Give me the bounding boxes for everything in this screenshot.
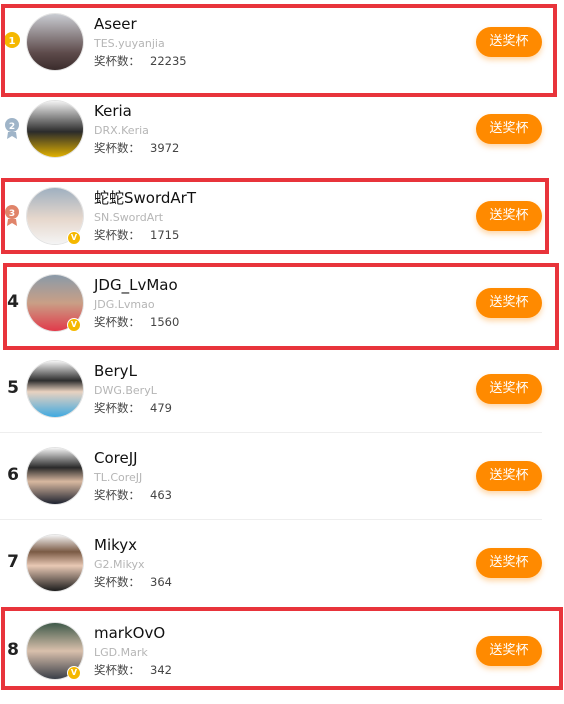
cup-label: 奖杯数： [94,54,140,68]
rank-number: 7 [7,552,19,572]
cup-count: 奖杯数： 479 [94,401,172,415]
player-photo [27,448,83,504]
cup-count: 奖杯数： 342 [94,663,172,677]
avatar[interactable]: V [27,623,83,680]
cup-label: 奖杯数： [94,315,140,329]
silver-medal-icon: 2 [5,118,19,139]
rank-number: 6 [7,465,19,485]
player-photo [27,535,83,591]
player-name[interactable]: Aseer [94,15,137,33]
send-cup-button[interactable]: 送奖杯 [476,374,542,404]
cup-count: 奖杯数： 1715 [94,228,179,242]
send-cup-button[interactable]: 送奖杯 [476,636,542,666]
player-name[interactable]: CoreJJ [94,449,138,467]
send-cup-button[interactable]: 送奖杯 [476,461,542,491]
cup-count: 奖杯数： 463 [94,488,172,502]
cup-label: 奖杯数： [94,575,140,589]
player-team: G2.Mikyx [94,558,145,571]
avatar[interactable]: V [27,275,83,332]
list-item: 6 CoreJJ TL.CoreJJ 奖杯数： 463 送奖杯 [0,434,548,520]
ranking-list: 1 Aseer TES.yuyanjia 奖杯数： 22235 送奖杯 2 Ker… [0,0,564,704]
cup-label: 奖杯数： [94,488,140,502]
cup-label: 奖杯数： [94,663,140,677]
list-item: 4 V JDG_LvMao JDG.Lvmao 奖杯数： 1560 送奖杯 [0,261,548,347]
cup-value: 1715 [150,228,180,242]
cup-value: 364 [150,575,172,589]
divider [0,519,542,520]
player-team: TL.CoreJJ [94,471,143,484]
avatar[interactable] [27,361,83,417]
cup-value: 463 [150,488,172,502]
cup-value: 479 [150,401,172,415]
list-item: 8 V markOvO LGD.Mark 奖杯数： 342 送奖杯 [0,609,548,695]
send-cup-button[interactable]: 送奖杯 [476,27,542,57]
send-cup-button[interactable]: 送奖杯 [476,201,542,231]
cup-value: 342 [150,663,172,677]
svg-text:2: 2 [9,122,15,132]
cup-count: 奖杯数： 22235 [94,54,187,68]
send-cup-button[interactable]: 送奖杯 [476,288,542,318]
rank-number: 4 [7,292,19,312]
avatar[interactable] [27,101,83,157]
list-item: 2 Keria DRX.Keria 奖杯数： 3972 送奖杯 [0,87,548,173]
player-team: JDG.Lvmao [94,298,155,311]
player-name[interactable]: markOvO [94,624,165,642]
player-team: LGD.Mark [94,646,148,659]
svg-text:1: 1 [9,36,16,47]
rank-number: 5 [7,378,19,398]
divider [0,432,542,433]
player-photo [27,101,83,157]
cup-value: 3972 [150,141,180,155]
verified-badge-icon: V [67,666,81,680]
list-item: 7 Mikyx G2.Mikyx 奖杯数： 364 送奖杯 [0,521,548,607]
avatar[interactable] [27,448,83,504]
cup-value: 1560 [150,315,180,329]
player-team: SN.SwordArt [94,211,164,224]
player-name[interactable]: Mikyx [94,536,137,554]
cup-label: 奖杯数： [94,401,140,415]
list-item: 5 BeryL DWG.BeryL 奖杯数： 479 送奖杯 [0,347,548,433]
player-name[interactable]: BeryL [94,362,137,380]
cup-count: 奖杯数： 364 [94,575,172,589]
cup-count: 奖杯数： 1560 [94,315,179,329]
avatar[interactable]: V [27,188,83,245]
cup-label: 奖杯数： [94,228,140,242]
player-team: DRX.Keria [94,124,149,137]
player-name[interactable]: JDG_LvMao [94,276,178,294]
avatar[interactable] [27,14,83,70]
cup-count: 奖杯数： 3972 [94,141,179,155]
svg-text:3: 3 [9,209,15,219]
gold-medal-icon: 1 [4,32,20,48]
verified-badge-icon: V [67,231,81,245]
player-team: DWG.BeryL [94,384,157,397]
player-photo [27,14,83,70]
bronze-medal-icon: 3 [5,205,19,226]
player-name[interactable]: 蛇蛇SwordArT [94,189,196,207]
rank-number: 8 [7,640,19,660]
send-cup-button[interactable]: 送奖杯 [476,548,542,578]
send-cup-button[interactable]: 送奖杯 [476,114,542,144]
player-photo [27,361,83,417]
list-item: 1 Aseer TES.yuyanjia 奖杯数： 22235 送奖杯 [0,0,548,86]
cup-label: 奖杯数： [94,141,140,155]
player-name[interactable]: Keria [94,102,132,120]
player-team: TES.yuyanjia [94,37,165,50]
avatar[interactable] [27,535,83,591]
list-item: 3 V 蛇蛇SwordArT SN.SwordArt 奖杯数： 1715 送奖杯 [0,174,548,260]
verified-badge-icon: V [67,318,81,332]
cup-value: 22235 [150,54,187,68]
